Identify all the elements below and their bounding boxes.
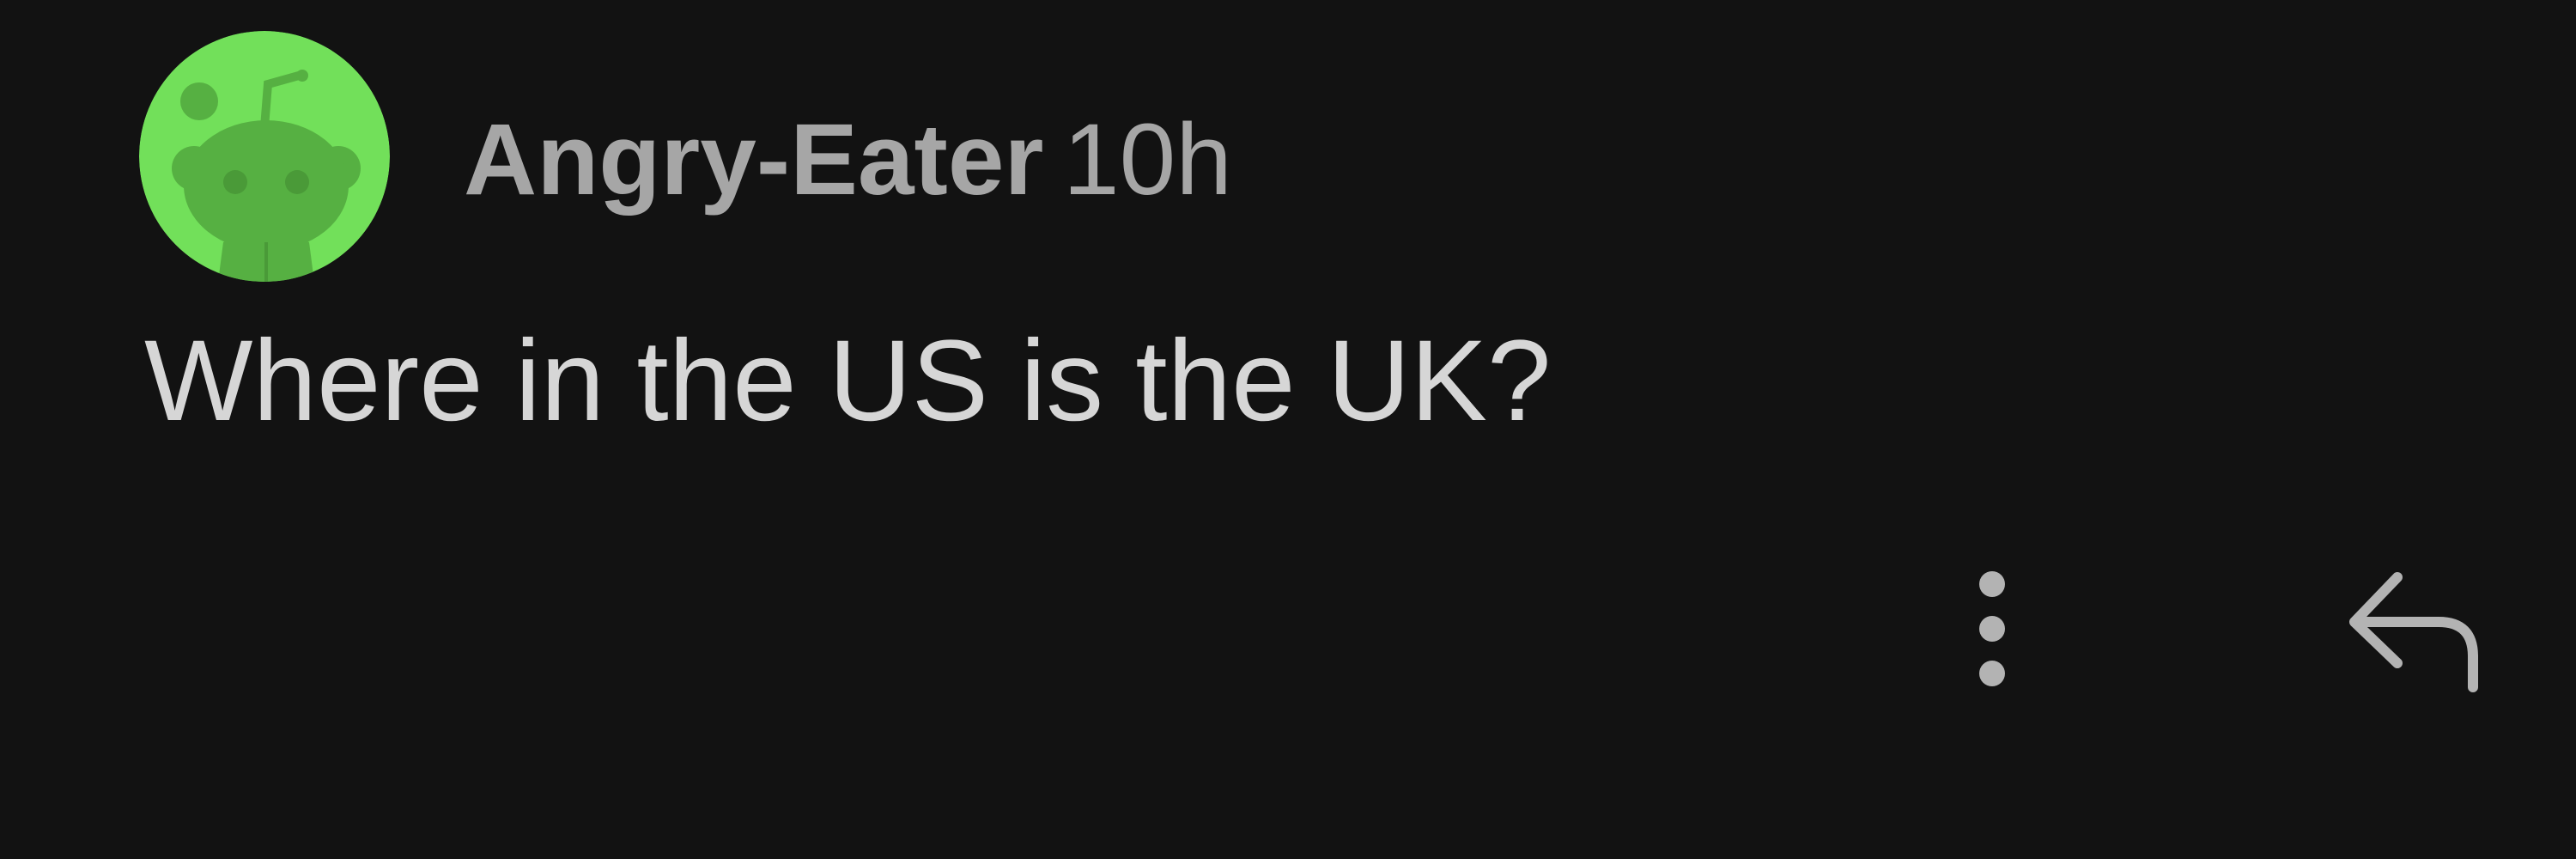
username[interactable]: Angry-Eater [464,100,1043,220]
reddit-snoo-avatar-icon [139,31,390,282]
comment: Angry-Eater 10h Where in the US is the U… [0,0,2576,859]
reply-button[interactable] [2336,558,2490,704]
avatar[interactable] [139,31,390,282]
more-options-vertical-icon [1979,571,2005,686]
comment-body: Where in the US is the UK? [144,317,1552,445]
reply-arrow-icon [2349,572,2478,692]
more-options-button[interactable] [1949,560,2035,698]
timestamp: 10h [1063,103,1232,216]
